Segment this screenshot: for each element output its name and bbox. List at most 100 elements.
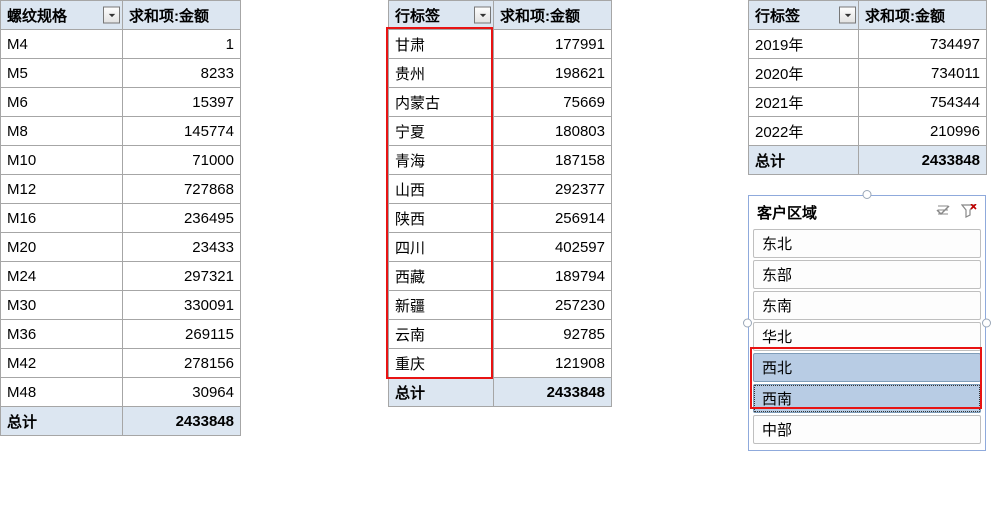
row-label[interactable]: 新疆 [389,291,494,320]
row-label[interactable]: 陕西 [389,204,494,233]
col-header-sum-amount: 求和项:金额 [494,1,612,30]
row-value[interactable]: 210996 [859,117,987,146]
multi-select-icon[interactable] [935,204,951,222]
row-label[interactable]: M16 [1,204,123,233]
col-header-sum-amount: 求和项:金额 [123,1,241,30]
row-label[interactable]: M42 [1,349,123,378]
slicer-item[interactable]: 西南 [753,384,981,413]
table-row: M36269115 [1,320,241,349]
row-value[interactable]: 330091 [123,291,241,320]
slicer-item[interactable]: 东部 [753,260,981,289]
row-label[interactable]: 2021年 [749,88,859,117]
table-row: 四川402597 [389,233,612,262]
row-value[interactable]: 75669 [494,88,612,117]
row-value[interactable]: 187158 [494,146,612,175]
row-label[interactable]: 四川 [389,233,494,262]
table-row: M58233 [1,59,241,88]
row-label[interactable]: M6 [1,88,123,117]
row-value[interactable]: 754344 [859,88,987,117]
table-row: 2019年734497 [749,30,987,59]
row-value[interactable]: 145774 [123,117,241,146]
row-label[interactable]: M48 [1,378,123,407]
table-row: M8145774 [1,117,241,146]
row-value[interactable]: 189794 [494,262,612,291]
table-row: M2023433 [1,233,241,262]
filter-dropdown-icon[interactable] [839,7,856,24]
row-label[interactable]: 2022年 [749,117,859,146]
total-label: 总计 [1,407,123,436]
row-label[interactable]: 2019年 [749,30,859,59]
filter-dropdown-icon[interactable] [474,7,491,24]
total-value: 2433848 [123,407,241,436]
row-label[interactable]: M30 [1,291,123,320]
resize-handle[interactable] [863,190,872,199]
row-label[interactable]: 宁夏 [389,117,494,146]
row-value[interactable]: 198621 [494,59,612,88]
total-label: 总计 [389,378,494,407]
row-label[interactable]: M36 [1,320,123,349]
table-row: 2020年734011 [749,59,987,88]
row-value[interactable]: 297321 [123,262,241,291]
slicer-item[interactable]: 东南 [753,291,981,320]
clear-filter-icon[interactable] [961,204,977,222]
row-value[interactable]: 292377 [494,175,612,204]
row-value[interactable]: 177991 [494,30,612,59]
col-header-row-label[interactable]: 行标签 [749,1,859,30]
row-value[interactable]: 727868 [123,175,241,204]
row-label[interactable]: M24 [1,262,123,291]
row-label[interactable]: M20 [1,233,123,262]
row-label[interactable]: M10 [1,146,123,175]
col-header-label: 行标签 [755,8,800,25]
row-value[interactable]: 734011 [859,59,987,88]
table-row: M42278156 [1,349,241,378]
row-value[interactable]: 269115 [123,320,241,349]
row-label[interactable]: 云南 [389,320,494,349]
col-header-sum-amount: 求和项:金额 [859,1,987,30]
col-header-row-label[interactable]: 行标签 [389,1,494,30]
table-row: M1071000 [1,146,241,175]
row-value[interactable]: 402597 [494,233,612,262]
row-label[interactable]: 2020年 [749,59,859,88]
table-row: 贵州198621 [389,59,612,88]
row-value[interactable]: 71000 [123,146,241,175]
row-label[interactable]: M5 [1,59,123,88]
table-row: M12727868 [1,175,241,204]
row-value[interactable]: 30964 [123,378,241,407]
row-label[interactable]: 贵州 [389,59,494,88]
slicer-item[interactable]: 东北 [753,229,981,258]
col-header-thread-spec[interactable]: 螺纹规格 [1,1,123,30]
table-row: 内蒙古75669 [389,88,612,117]
row-label[interactable]: 内蒙古 [389,88,494,117]
row-value[interactable]: 1 [123,30,241,59]
row-label[interactable]: 西藏 [389,262,494,291]
table-row: 山西292377 [389,175,612,204]
row-value[interactable]: 180803 [494,117,612,146]
row-label[interactable]: 重庆 [389,349,494,378]
row-value[interactable]: 257230 [494,291,612,320]
row-value[interactable]: 734497 [859,30,987,59]
row-value[interactable]: 256914 [494,204,612,233]
row-value[interactable]: 15397 [123,88,241,117]
resize-handle[interactable] [743,319,752,328]
row-value[interactable]: 278156 [123,349,241,378]
row-label[interactable]: 山西 [389,175,494,204]
resize-handle[interactable] [982,319,991,328]
row-label[interactable]: M12 [1,175,123,204]
row-value[interactable]: 236495 [123,204,241,233]
slicer-item[interactable]: 中部 [753,415,981,444]
table-row: 云南92785 [389,320,612,349]
row-label[interactable]: 甘肃 [389,30,494,59]
row-value[interactable]: 121908 [494,349,612,378]
row-value[interactable]: 23433 [123,233,241,262]
row-value[interactable]: 8233 [123,59,241,88]
slicer-item[interactable]: 华北 [753,322,981,351]
slicer-item[interactable]: 西北 [753,353,981,382]
row-value[interactable]: 92785 [494,320,612,349]
row-label[interactable]: M8 [1,117,123,146]
table-row: 西藏189794 [389,262,612,291]
pivot-table-year: 行标签 求和项:金额 2019年7344972020年7340112021年75… [748,0,987,175]
col-header-label: 螺纹规格 [7,8,67,25]
row-label[interactable]: 青海 [389,146,494,175]
row-label[interactable]: M4 [1,30,123,59]
filter-dropdown-icon[interactable] [103,7,120,24]
